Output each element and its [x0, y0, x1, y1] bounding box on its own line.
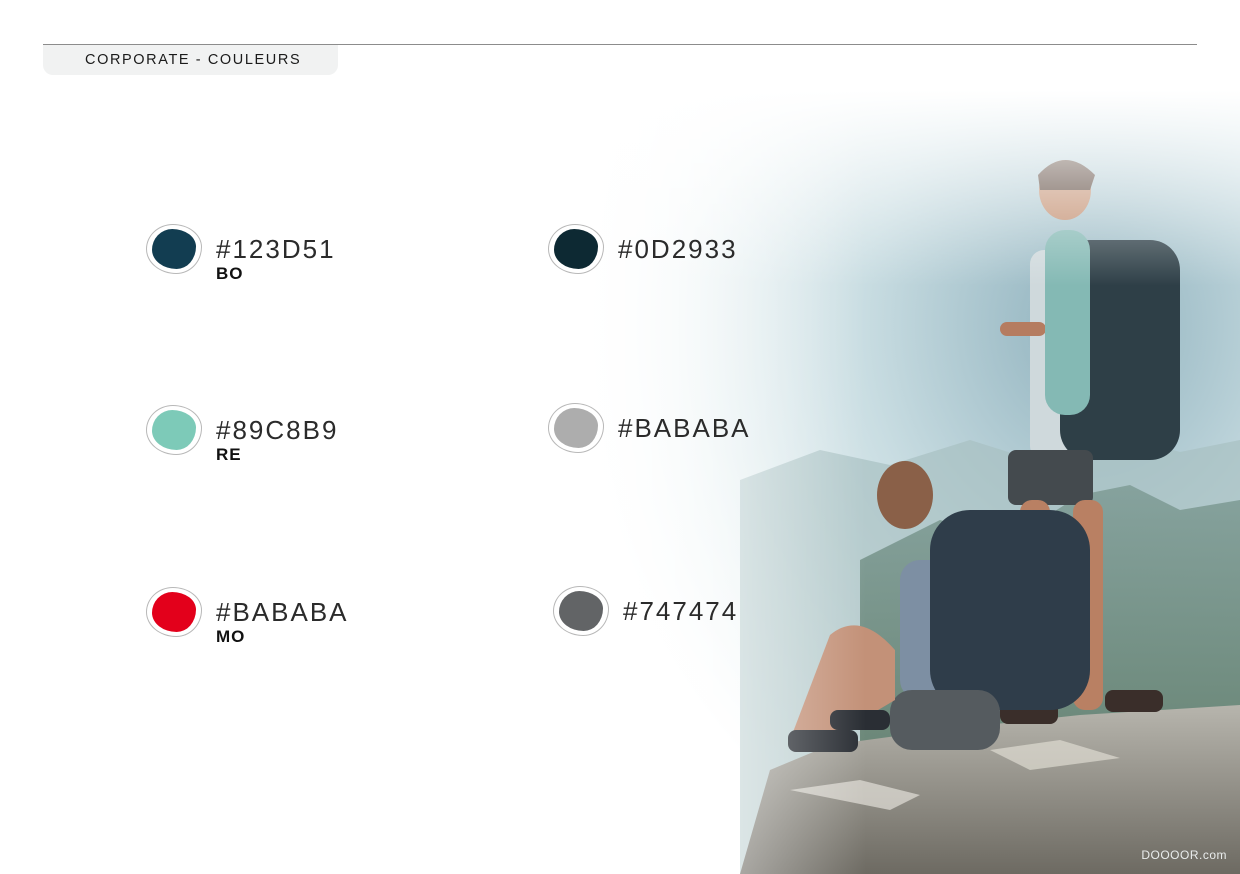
hex-code: #BABABA	[216, 597, 349, 627]
color-chip	[548, 224, 604, 274]
color-chip-fill	[554, 408, 598, 448]
hex-code: #0D2933	[618, 234, 738, 264]
section-tab: CORPORATE - COULEURS	[43, 45, 338, 75]
color-chip-fill	[559, 591, 603, 631]
swatch-label: MO	[216, 627, 246, 646]
hikers-photo	[560, 90, 1240, 874]
color-chip-fill	[152, 229, 196, 269]
color-chip-fill	[554, 229, 598, 269]
watermark: DOOOOR.com	[1141, 848, 1227, 862]
color-chip	[548, 403, 604, 453]
color-chip-fill	[152, 592, 196, 632]
hex-code: #89C8B9	[216, 415, 339, 445]
color-chip	[146, 405, 202, 455]
hex-code: #BABABA	[618, 413, 751, 443]
color-chip	[146, 587, 202, 637]
swatch-label: RE	[216, 445, 242, 464]
section-title: CORPORATE - COULEURS	[85, 52, 302, 68]
color-chip-fill	[152, 410, 196, 450]
hex-code: #123D51	[216, 234, 336, 264]
swatch-label: BO	[216, 264, 244, 283]
color-chip	[146, 224, 202, 274]
hex-code: #747474	[623, 596, 739, 626]
color-chip	[553, 586, 609, 636]
